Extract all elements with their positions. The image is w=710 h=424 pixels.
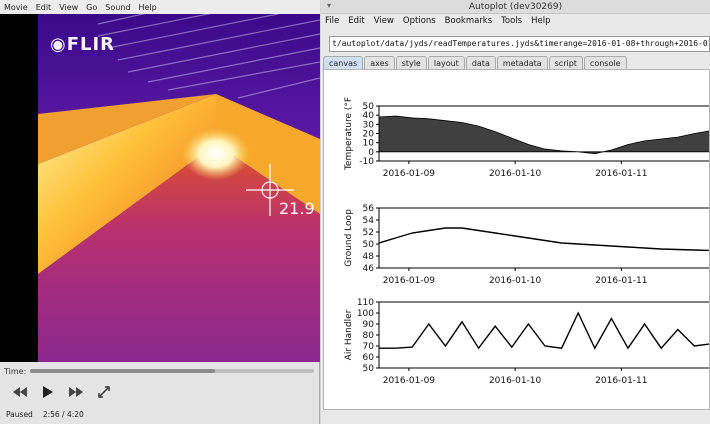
temperature-area [378,115,709,155]
x-tick-label-2-2: 2016-01-11 [595,376,647,386]
rewind-icon [13,387,27,397]
plot-stack: 50403020100-10Temperature (°F2016-01-09 2… [344,97,709,386]
fast-forward-icon [69,387,83,397]
tab-data[interactable]: data [465,56,496,69]
menu-bookmarks[interactable]: Bookmarks [445,16,493,26]
menu-sound[interactable]: Sound [105,3,130,12]
series-line-2 [379,311,709,350]
player-status-bar: Paused 2:56 / 4:20 [0,407,320,421]
uri-input[interactable]: t/autoplot/data/jyds/readTemperatures.jy… [329,36,710,52]
status-strip [321,411,710,424]
menu-options[interactable]: Options [403,16,436,26]
fullscreen-button[interactable] [90,382,118,402]
y-tick-label-1-5: 46 [363,264,375,274]
y-axis-label-0: Temperature (°F [344,97,354,171]
y-tick-label-2-0: 110 [357,298,374,308]
y-tick-label-2-6: 50 [363,364,375,374]
y-tick-label-1-0: 56 [363,204,375,214]
y-tick-label-2-1: 100 [357,309,374,319]
menu-help[interactable]: Help [531,16,550,26]
play-icon [43,386,53,398]
menu-tools[interactable]: Tools [501,16,522,26]
autoplot-menubar: File Edit View Options Bookmarks Tools H… [321,14,710,28]
menu-view[interactable]: View [374,16,394,26]
window-titlebar[interactable]: ▾ Autoplot (dev30269) [321,0,710,14]
menu-movie[interactable]: Movie [4,3,28,12]
temperature-readout: 21.9 [279,199,315,218]
tab-canvas[interactable]: canvas [323,56,364,69]
x-tick-label-0-2: 2016-01-11 [595,169,647,179]
plot-frame-1 [378,207,709,269]
tab-script[interactable]: script [548,56,583,69]
fast-forward-button[interactable] [62,382,90,402]
tab-metadata[interactable]: metadata [496,56,548,69]
y-tick-label-0-6: -10 [359,157,374,167]
time-row: Time: [0,364,320,378]
y-tick-label-1-1: 54 [363,216,375,226]
playback-controls [0,380,320,404]
x-tick-label-0-1: 2016-01-10 [489,169,542,179]
menu-go[interactable]: Go [86,3,97,12]
tab-axes[interactable]: axes [364,56,395,69]
fullscreen-icon [98,386,110,398]
menu-help[interactable]: Help [138,3,156,12]
seek-slider[interactable] [30,369,314,373]
flir-logo: ◉FLIR [50,34,116,55]
window-menu-arrow-icon[interactable]: ▾ [327,1,331,10]
y-tick-label-1-2: 52 [363,228,374,238]
plot-canvas[interactable]: 50 40 30 20 10 0 -10 Temperature (°F 2016-01-09 2… [323,69,710,410]
video-player-window: Movie Edit View Go Sound Help ◉FLIR 21.9… [0,0,320,424]
playback-position: 2:56 / 4:20 [42,409,84,419]
window-title: Autoplot (dev30269) [468,1,563,12]
x-tick-label-1-0: 2016-01-09 [383,276,436,286]
y-tick-label-1-3: 50 [363,240,375,250]
video-frame[interactable]: ◉FLIR 21.9 [0,14,320,362]
player-menubar: Movie Edit View Go Sound Help [0,0,320,14]
y-tick-label-2-3: 80 [363,331,375,341]
x-tick-label-1-1: 2016-01-10 [489,276,542,286]
y-tick-label-2-5: 60 [363,353,375,363]
x-tick-label-0-0: 2016-01-09 [383,169,436,179]
time-label: Time: [4,366,27,376]
y-tick-label-2-2: 90 [363,320,375,330]
rewind-button[interactable] [6,382,34,402]
menu-view[interactable]: View [59,3,78,12]
series-line-1 [378,227,709,252]
y-tick-label-2-4: 70 [363,342,375,352]
y-tick-label-1-4: 48 [363,252,375,262]
thermal-image [38,14,320,362]
tab-layout[interactable]: layout [427,56,465,69]
play-button[interactable] [34,382,62,402]
menu-file[interactable]: File [325,16,339,26]
menu-edit[interactable]: Edit [36,3,52,12]
x-tick-label-2-1: 2016-01-10 [489,376,542,386]
menu-edit[interactable]: Edit [348,16,364,26]
playback-status: Paused [6,409,33,419]
x-tick-label-1-2: 2016-01-11 [595,276,647,286]
autoplot-window: ▾ Autoplot (dev30269) File Edit View Opt… [321,0,710,424]
x-tick-label-2-0: 2016-01-09 [383,376,436,386]
y-axis-label-2: Air Handler [344,309,354,360]
tab-console[interactable]: console [583,56,627,69]
plot-frame-2 [378,301,709,369]
seek-progress [30,369,215,373]
y-axis-label-1: Ground Loop [344,209,354,267]
tab-style[interactable]: style [395,56,427,69]
tab-bar: canvas axes style layout data metadata s… [323,56,710,70]
